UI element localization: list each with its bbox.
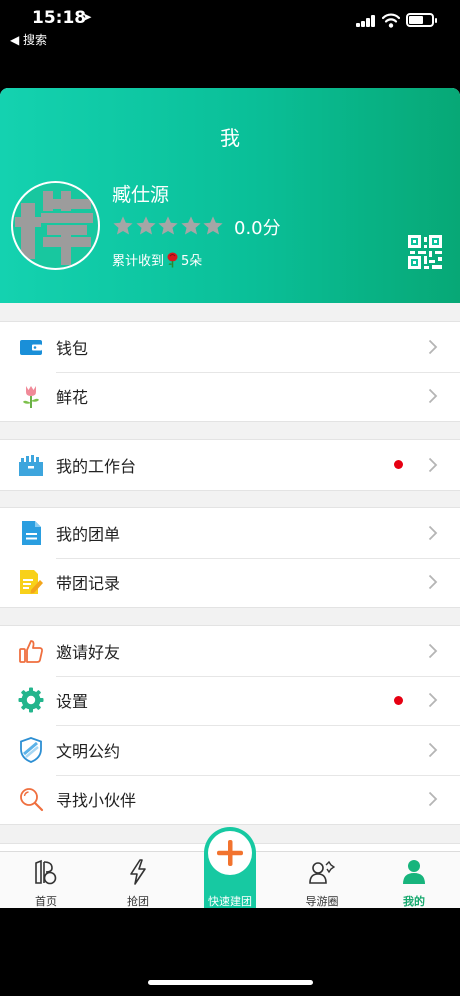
tab-home[interactable]: 首页	[0, 852, 92, 909]
menu-item-label: 设置	[56, 692, 89, 712]
status-time: 15:18	[32, 8, 87, 28]
gear-icon	[18, 687, 44, 713]
menu-item-my-group-orders[interactable]: 我的团单	[0, 508, 460, 558]
chevron-right-icon	[428, 457, 438, 472]
wallet-icon	[20, 339, 42, 355]
qr-code-icon[interactable]	[408, 235, 442, 269]
avatar[interactable]	[11, 181, 100, 270]
cellular-signal-icon	[356, 15, 376, 27]
menu-group-assets: 钱包 鲜花	[0, 321, 460, 422]
menu-item-label: 鲜花	[56, 388, 89, 408]
chevron-right-icon	[428, 792, 438, 807]
star-icon	[135, 216, 156, 235]
flower-icon	[23, 386, 39, 409]
lightning-icon	[130, 859, 146, 885]
edit-note-icon	[20, 570, 43, 595]
menu-item-label: 邀请好友	[56, 642, 121, 662]
flowers-received: 累计收到 5朵	[112, 250, 202, 269]
menu-item-label: 寻找小伙伴	[56, 791, 137, 811]
menu-item-workbench[interactable]: 我的工作台	[0, 440, 460, 490]
back-to-search-link[interactable]: ◀ 搜索	[10, 31, 47, 48]
star-icon	[180, 216, 201, 235]
status-bar: 15:18 ➤ ◀ 搜索	[0, 0, 460, 50]
thumbs-up-icon	[19, 639, 43, 663]
chevron-right-icon	[428, 575, 438, 590]
people-icon	[309, 860, 335, 884]
tab-grab[interactable]: 抢团	[92, 852, 184, 909]
rating-score: 0.0分	[234, 218, 281, 239]
menu-group-workbench: 我的工作台	[0, 439, 460, 491]
menu-item-label: 我的团单	[56, 524, 121, 544]
phone-screen: 15:18 ➤ ◀ 搜索 我 臧仕源 0.0分 累计收到 5朵 钱包 鲜花 我的…	[0, 0, 460, 996]
menu-item-flowers[interactable]: 鲜花	[0, 371, 460, 422]
menu-item-label: 带团记录	[56, 574, 121, 594]
workbench-icon	[19, 454, 43, 476]
tab-label: 导游圈	[305, 895, 339, 908]
notification-dot	[394, 695, 403, 705]
quick-create-button[interactable]: 快速建团	[204, 827, 256, 908]
home-indicator[interactable]	[148, 980, 313, 985]
shield-icon	[20, 736, 42, 763]
star-icon	[158, 216, 178, 235]
rating-stars	[112, 215, 225, 237]
rose-icon	[167, 252, 178, 267]
menu-item-tour-records[interactable]: 带团记录	[0, 557, 460, 608]
app-container: 我 臧仕源 0.0分 累计收到 5朵 钱包 鲜花 我的工作台 我的团单 带团记录…	[0, 88, 460, 908]
home-icon	[35, 859, 57, 885]
chevron-right-icon	[428, 742, 438, 757]
chevron-right-icon	[428, 643, 438, 658]
tab-guide-circle[interactable]: 导游圈	[276, 852, 368, 909]
chevron-right-icon	[428, 693, 438, 708]
chevron-right-icon	[428, 525, 438, 540]
menu-group-orders: 我的团单 带团记录	[0, 507, 460, 608]
flowers-count: 5朵	[181, 254, 203, 269]
search-icon	[20, 788, 44, 812]
document-icon	[22, 520, 41, 545]
wifi-icon	[382, 13, 400, 28]
tab-label: 首页	[35, 895, 57, 908]
chevron-right-icon	[428, 389, 438, 404]
flowers-prefix: 累计收到	[112, 254, 165, 269]
tab-label: 抢团	[127, 895, 149, 908]
menu-group-general: 邀请好友 设置 文明公约 寻找小伙伴	[0, 625, 460, 825]
menu-item-civility-pledge[interactable]: 文明公约	[0, 725, 460, 775]
quick-create-label: 快速建团	[208, 895, 252, 908]
chevron-right-icon	[428, 339, 438, 354]
notification-dot	[394, 460, 403, 470]
menu-item-settings[interactable]: 设置	[0, 675, 460, 726]
menu-item-invite-friends[interactable]: 邀请好友	[0, 626, 460, 676]
user-name: 臧仕源	[112, 184, 170, 206]
star-icon	[113, 216, 133, 235]
tab-mine[interactable]: 我的	[368, 852, 460, 909]
avatar-placeholder-icon	[15, 191, 93, 265]
page-title: 我	[220, 126, 240, 150]
menu-item-wallet[interactable]: 钱包	[0, 322, 460, 372]
plus-icon	[217, 840, 243, 866]
menu-item-label: 我的工作台	[56, 456, 137, 476]
user-icon	[403, 860, 425, 884]
menu-item-find-partners[interactable]: 寻找小伙伴	[0, 774, 460, 825]
profile-header: 我 臧仕源 0.0分 累计收到 5朵	[0, 88, 460, 303]
location-arrow-icon: ➤	[82, 10, 93, 24]
menu-item-label: 文明公约	[56, 741, 121, 761]
battery-icon	[406, 13, 437, 27]
menu-item-label: 钱包	[56, 338, 89, 358]
star-icon	[203, 216, 223, 235]
tab-label: 我的	[403, 895, 425, 908]
quick-create-circle	[208, 831, 252, 875]
